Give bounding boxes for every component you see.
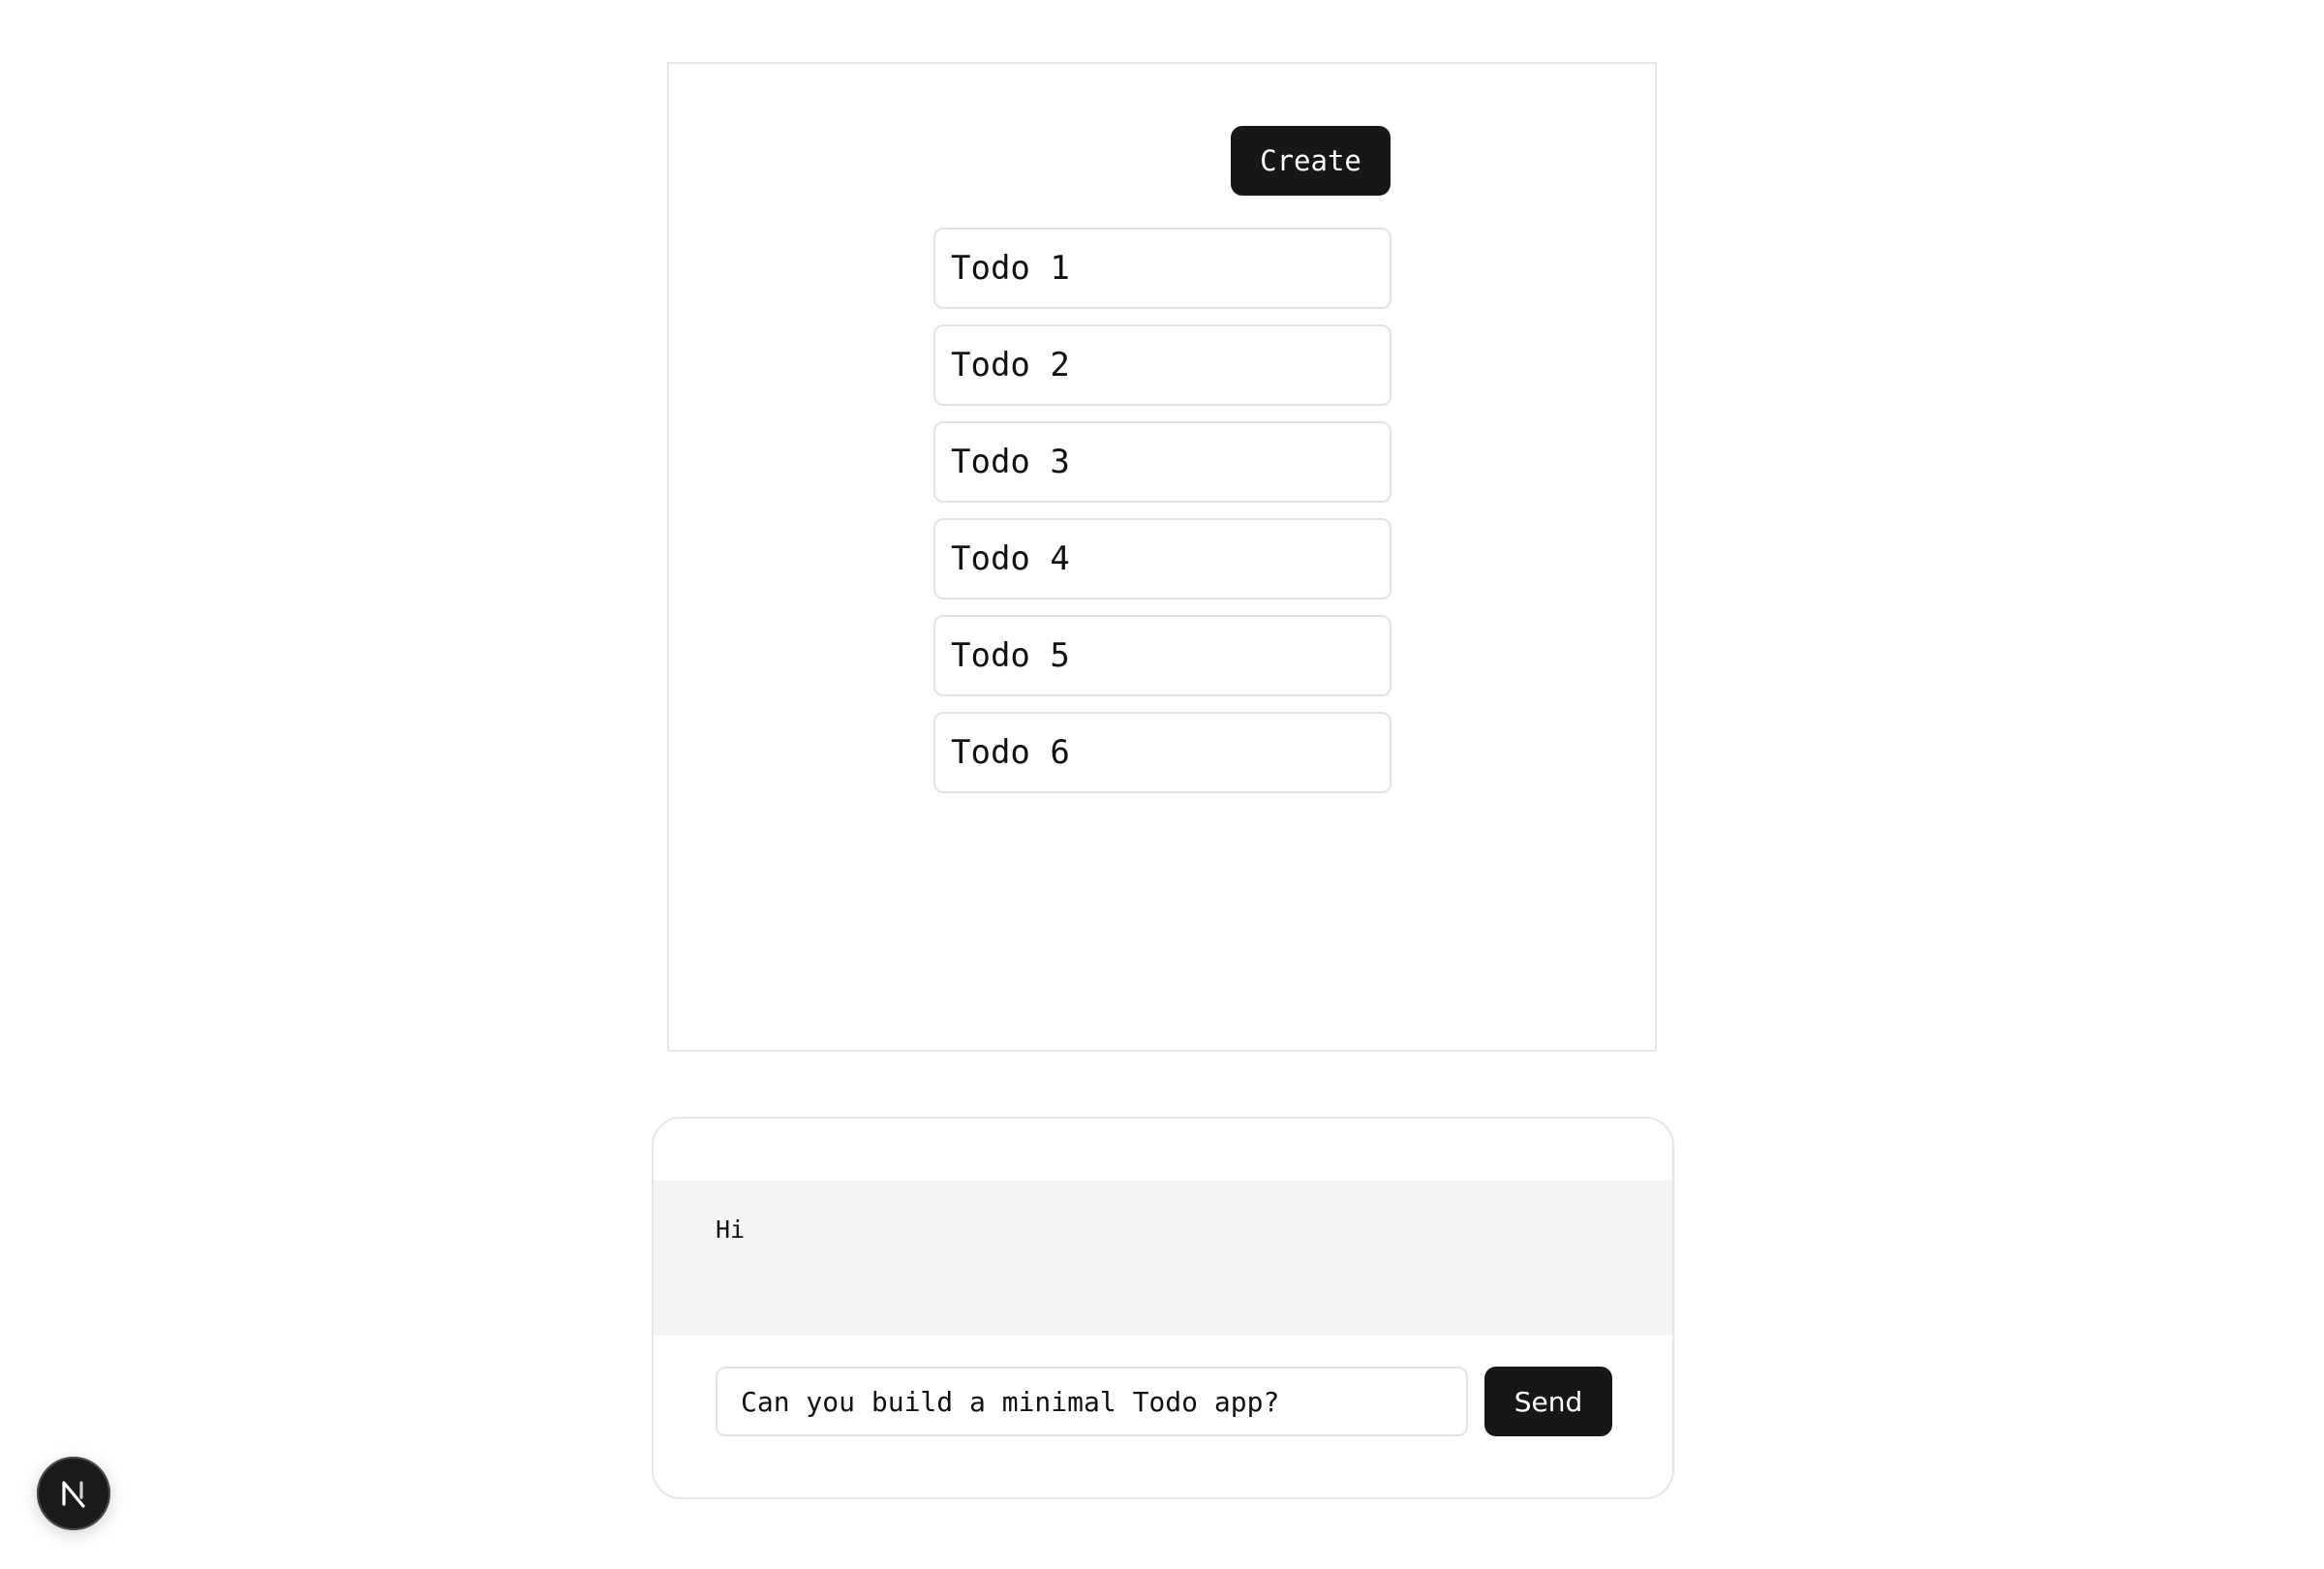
message-list: Hi <box>654 1181 1672 1336</box>
todo-item[interactable]: Todo 3 <box>933 421 1391 503</box>
chat-input[interactable] <box>716 1367 1468 1436</box>
todo-item[interactable]: Todo 6 <box>933 712 1391 793</box>
nextjs-logo-icon <box>62 1481 85 1508</box>
send-button[interactable]: Send <box>1484 1367 1612 1436</box>
todo-list: Todo 1 Todo 2 Todo 3 Todo 4 Todo 5 Todo … <box>933 228 1391 809</box>
todo-item[interactable]: Todo 2 <box>933 324 1391 406</box>
todo-item[interactable]: Todo 4 <box>933 518 1391 600</box>
nextjs-logo-icon[interactable] <box>37 1457 110 1530</box>
create-button[interactable]: Create <box>1231 126 1391 196</box>
todo-item[interactable]: Todo 1 <box>933 228 1391 309</box>
chat-message: Hi <box>716 1215 746 1244</box>
todo-item[interactable]: Todo 5 <box>933 615 1391 696</box>
chat-panel: Hi Send <box>652 1117 1674 1499</box>
